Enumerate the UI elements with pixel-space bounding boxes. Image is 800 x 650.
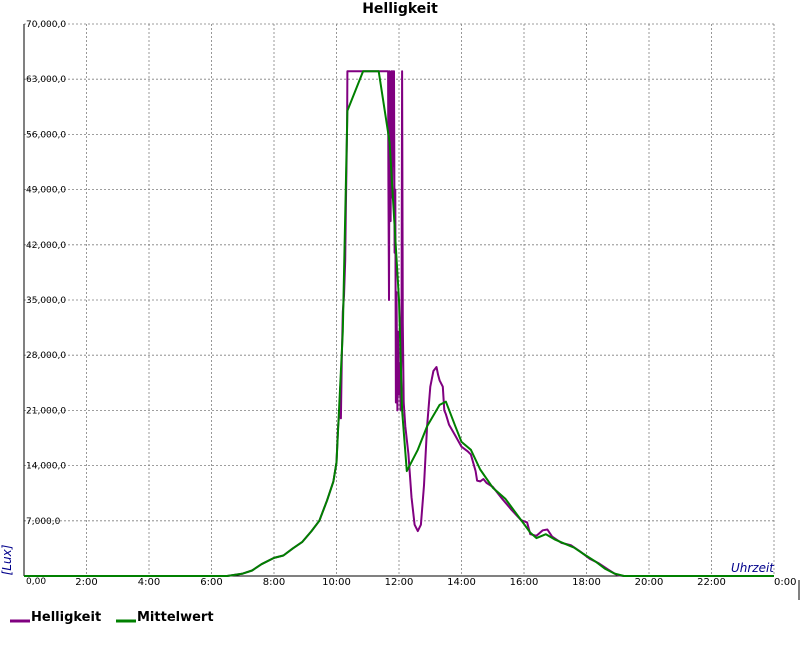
y-tick-label: 7,000,0: [26, 517, 61, 527]
brightness-chart: Helligkeit 0,00 7,000,0 14,000,0 21,000,0 28…: [0, 1, 800, 625]
y-tick-label: 35,000,0: [26, 296, 66, 306]
chart-title: Helligkeit: [362, 1, 438, 17]
y-tick-label: 28,000,0: [26, 351, 66, 361]
x-tick-labels: 2:00 4:00 6:00 8:00 10:00 12:00 14:00 16:00 18:0…: [75, 577, 796, 588]
x-tick-label: 16:00: [510, 577, 539, 588]
x-tick-label: 8:00: [263, 577, 285, 588]
y-tick-label: 49,000,0: [26, 186, 66, 196]
x-tick-label: 0:00: [774, 577, 796, 588]
x-tick-label: 4:00: [138, 577, 160, 588]
x-tick-label: 14:00: [447, 577, 476, 588]
x-tick-label: 22:00: [697, 577, 726, 588]
y-tick-label: 0,00: [26, 577, 46, 587]
y-tick-label: 56,000,0: [26, 130, 66, 140]
y-axis-label: [Lux]: [0, 544, 14, 575]
y-tick-label: 63,000,0: [26, 75, 66, 85]
x-tick-label: 2:00: [75, 577, 97, 588]
x-tick-label: 18:00: [572, 577, 601, 588]
y-tick-label: 70,000,0: [26, 20, 66, 30]
legend-label-mittelwert: Mittelwert: [137, 610, 214, 625]
y-tick-label: 14,000,0: [26, 462, 66, 472]
y-tick-label: 21,000,0: [26, 406, 66, 416]
x-tick-label: 12:00: [385, 577, 414, 588]
legend-label-helligkeit: Helligkeit: [31, 610, 101, 625]
x-tick-label: 10:00: [322, 577, 351, 588]
x-axis-label: Uhrzeit: [731, 561, 775, 575]
y-tick-label: 42,000,0: [26, 241, 66, 251]
x-tick-label: 6:00: [200, 577, 222, 588]
legend: Helligkeit Mittelwert: [10, 610, 214, 625]
x-tick-label: 20:00: [635, 577, 664, 588]
